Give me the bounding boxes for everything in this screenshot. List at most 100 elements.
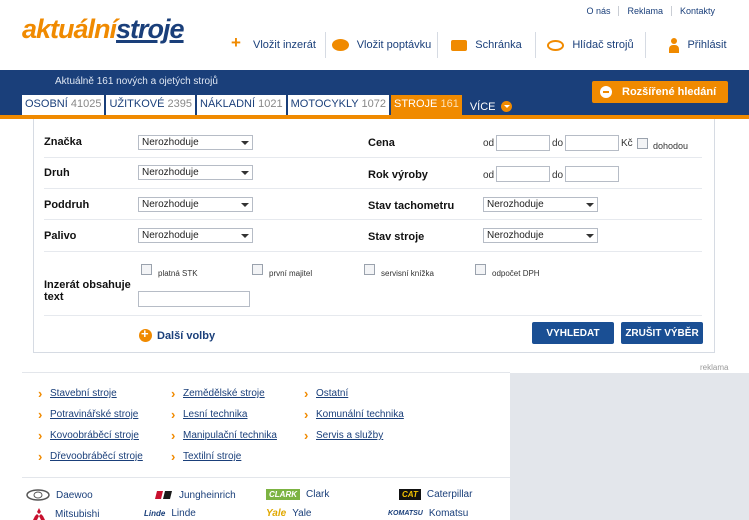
main-nav: Vložit inzerát Vložit poptávku Schránka … xyxy=(220,32,749,58)
link-potravinarske[interactable]: Potravinářské stroje xyxy=(38,407,138,422)
brand-daewoo[interactable]: Daewoo xyxy=(26,489,93,501)
subtype-select[interactable]: Nerozhoduje xyxy=(138,197,253,212)
price-from-label: od xyxy=(483,138,495,149)
link-zemedelske[interactable]: Zemědělské stroje xyxy=(171,386,265,401)
nav-watchdog[interactable]: Hlídač strojů xyxy=(535,32,645,58)
year-to-input[interactable] xyxy=(565,166,619,182)
link-drevoobrabeci[interactable]: Dřevoobráběcí stroje xyxy=(38,449,143,464)
brand-linde[interactable]: Linde Linde xyxy=(144,508,196,519)
clark-logo: CLARK xyxy=(266,489,300,500)
nav-inbox[interactable]: Schránka xyxy=(437,32,535,58)
advanced-search-button[interactable]: Rozšířené hledání xyxy=(592,81,728,103)
type-select[interactable]: Nerozhoduje xyxy=(138,165,253,180)
logo-text-1: aktuální xyxy=(22,14,117,44)
tab-label: NÁKLADNÍ xyxy=(200,98,256,110)
link-lesni[interactable]: Lesní technika xyxy=(171,407,248,422)
link-textilni[interactable]: Textilní stroje xyxy=(171,449,241,464)
label-type: Druh xyxy=(44,167,70,179)
link-advertising[interactable]: Reklama xyxy=(618,6,671,16)
brand-list: Daewoo Jungheinrich CLARK Clark CAT Cate… xyxy=(22,477,510,520)
brand-mitsubishi[interactable]: Mitsubishi xyxy=(29,508,99,520)
link-manipulacni[interactable]: Manipulační technika xyxy=(171,428,277,443)
first-owner-checkbox[interactable] xyxy=(252,264,263,275)
nav-login[interactable]: Přihlásit xyxy=(645,32,749,58)
brand-name: Komatsu xyxy=(428,508,469,519)
label-text-contains: Inzerát obsahuje text xyxy=(44,279,131,303)
negotiable-checkbox[interactable] xyxy=(637,138,648,149)
link-stavebni[interactable]: Stavební stroje xyxy=(38,386,117,401)
price-from-input[interactable] xyxy=(496,135,550,151)
mitsubishi-logo xyxy=(33,508,45,520)
logo-text-2: stroje xyxy=(116,14,185,44)
reset-button[interactable]: ZRUŠIT VÝBĚR xyxy=(621,322,703,344)
more-categories[interactable]: VÍCE xyxy=(470,95,512,115)
tab-osobni[interactable]: OSOBNÍ 41025 xyxy=(22,95,105,115)
brand-name: Mitsubishi xyxy=(55,508,100,520)
link-komunalni[interactable]: Komunální technika xyxy=(304,407,404,422)
category-band: Aktuálně 161 nových a ojetých strojů OSO… xyxy=(0,70,749,115)
search-panel: Značka Nerozhoduje Cena od do Kč dohodou… xyxy=(33,119,715,353)
link-contacts[interactable]: Kontakty xyxy=(670,6,723,16)
label-condition: Stav stroje xyxy=(368,231,425,243)
tab-uzitkove[interactable]: UŽITKOVÉ 2395 xyxy=(106,95,196,115)
label-odometer: Stav tachometru xyxy=(368,200,455,212)
vat-checkbox[interactable] xyxy=(475,264,486,275)
folder-icon xyxy=(451,39,468,51)
nav-add-demand-label: Vložit poptávku xyxy=(356,39,432,51)
label-subtype: Poddruh xyxy=(44,199,90,211)
link-kovoobrabeci[interactable]: Kovoobráběcí stroje xyxy=(38,428,139,443)
nav-inbox-label: Schránka xyxy=(475,39,522,51)
tab-label: OSOBNÍ xyxy=(25,98,68,110)
brand-name: Caterpillar xyxy=(426,489,473,500)
nav-add-demand[interactable]: Vložit poptávku xyxy=(325,32,437,58)
brand-clark[interactable]: CLARK Clark xyxy=(266,489,329,500)
tab-stroje[interactable]: STROJE 161 xyxy=(391,95,462,115)
nav-add-listing[interactable]: Vložit inzerát xyxy=(220,32,325,58)
tab-count: 2395 xyxy=(167,98,193,110)
nav-add-listing-label: Vložit inzerát xyxy=(253,39,316,51)
ad-banner[interactable] xyxy=(510,373,749,520)
odometer-select[interactable]: Nerozhoduje xyxy=(483,197,598,212)
link-ostatni[interactable]: Ostatní xyxy=(304,386,348,401)
link-servis[interactable]: Servis a služby xyxy=(304,428,383,443)
tab-count: 1072 xyxy=(361,98,386,110)
brand-name: Daewoo xyxy=(56,489,93,501)
brand-name: Yale xyxy=(292,508,312,519)
more-label: VÍCE xyxy=(469,100,496,113)
text-contains-input[interactable] xyxy=(138,291,250,307)
price-to-input[interactable] xyxy=(565,135,619,151)
search-button[interactable]: VYHLEDAT xyxy=(532,322,614,344)
brand-caterpillar[interactable]: CAT Caterpillar xyxy=(399,489,472,500)
year-from-input[interactable] xyxy=(496,166,550,182)
plus-circle-icon xyxy=(139,326,152,342)
year-from-label: od xyxy=(483,170,495,181)
top-links: O nás Reklama Kontakty xyxy=(578,6,723,16)
tab-label: UŽITKOVÉ xyxy=(109,98,165,110)
tab-nakladni[interactable]: NÁKLADNÍ 1021 xyxy=(197,95,286,115)
ad-label: reklama xyxy=(700,363,729,372)
service-book-label: servisní knížka xyxy=(381,269,434,278)
tab-count: 161 xyxy=(440,98,459,110)
site-logo[interactable]: aktuálnístroje xyxy=(22,14,185,45)
more-options-link[interactable]: Další volby xyxy=(139,326,215,342)
brand-select[interactable]: Nerozhoduje xyxy=(138,135,253,150)
brand-jungheinrich[interactable]: Jungheinrich xyxy=(155,489,236,501)
linde-logo: Linde xyxy=(144,509,166,518)
stk-checkbox[interactable] xyxy=(141,264,152,275)
brand-yale[interactable]: Yale Yale xyxy=(266,508,311,519)
eye-icon xyxy=(547,39,565,51)
tab-count: 1021 xyxy=(258,98,283,110)
brand-komatsu[interactable]: KOMATSU Komatsu xyxy=(388,508,468,519)
service-book-checkbox[interactable] xyxy=(364,264,375,275)
listing-summary: Aktuálně 161 nových a ojetých strojů xyxy=(55,76,218,87)
price-to-label: do xyxy=(552,138,564,149)
tab-motocykly[interactable]: MOTOCYKLY 1072 xyxy=(287,95,389,115)
brand-name: Linde xyxy=(171,508,196,519)
link-about[interactable]: O nás xyxy=(578,6,618,16)
label-year: Rok výroby xyxy=(368,169,428,181)
category-links: Stavební stroje Zemědělské stroje Ostatn… xyxy=(22,372,510,477)
fuel-select[interactable]: Nerozhoduje xyxy=(138,228,253,243)
condition-select[interactable]: Nerozhoduje xyxy=(483,228,598,243)
stk-label: platná STK xyxy=(158,269,198,278)
plus-icon xyxy=(229,33,245,53)
